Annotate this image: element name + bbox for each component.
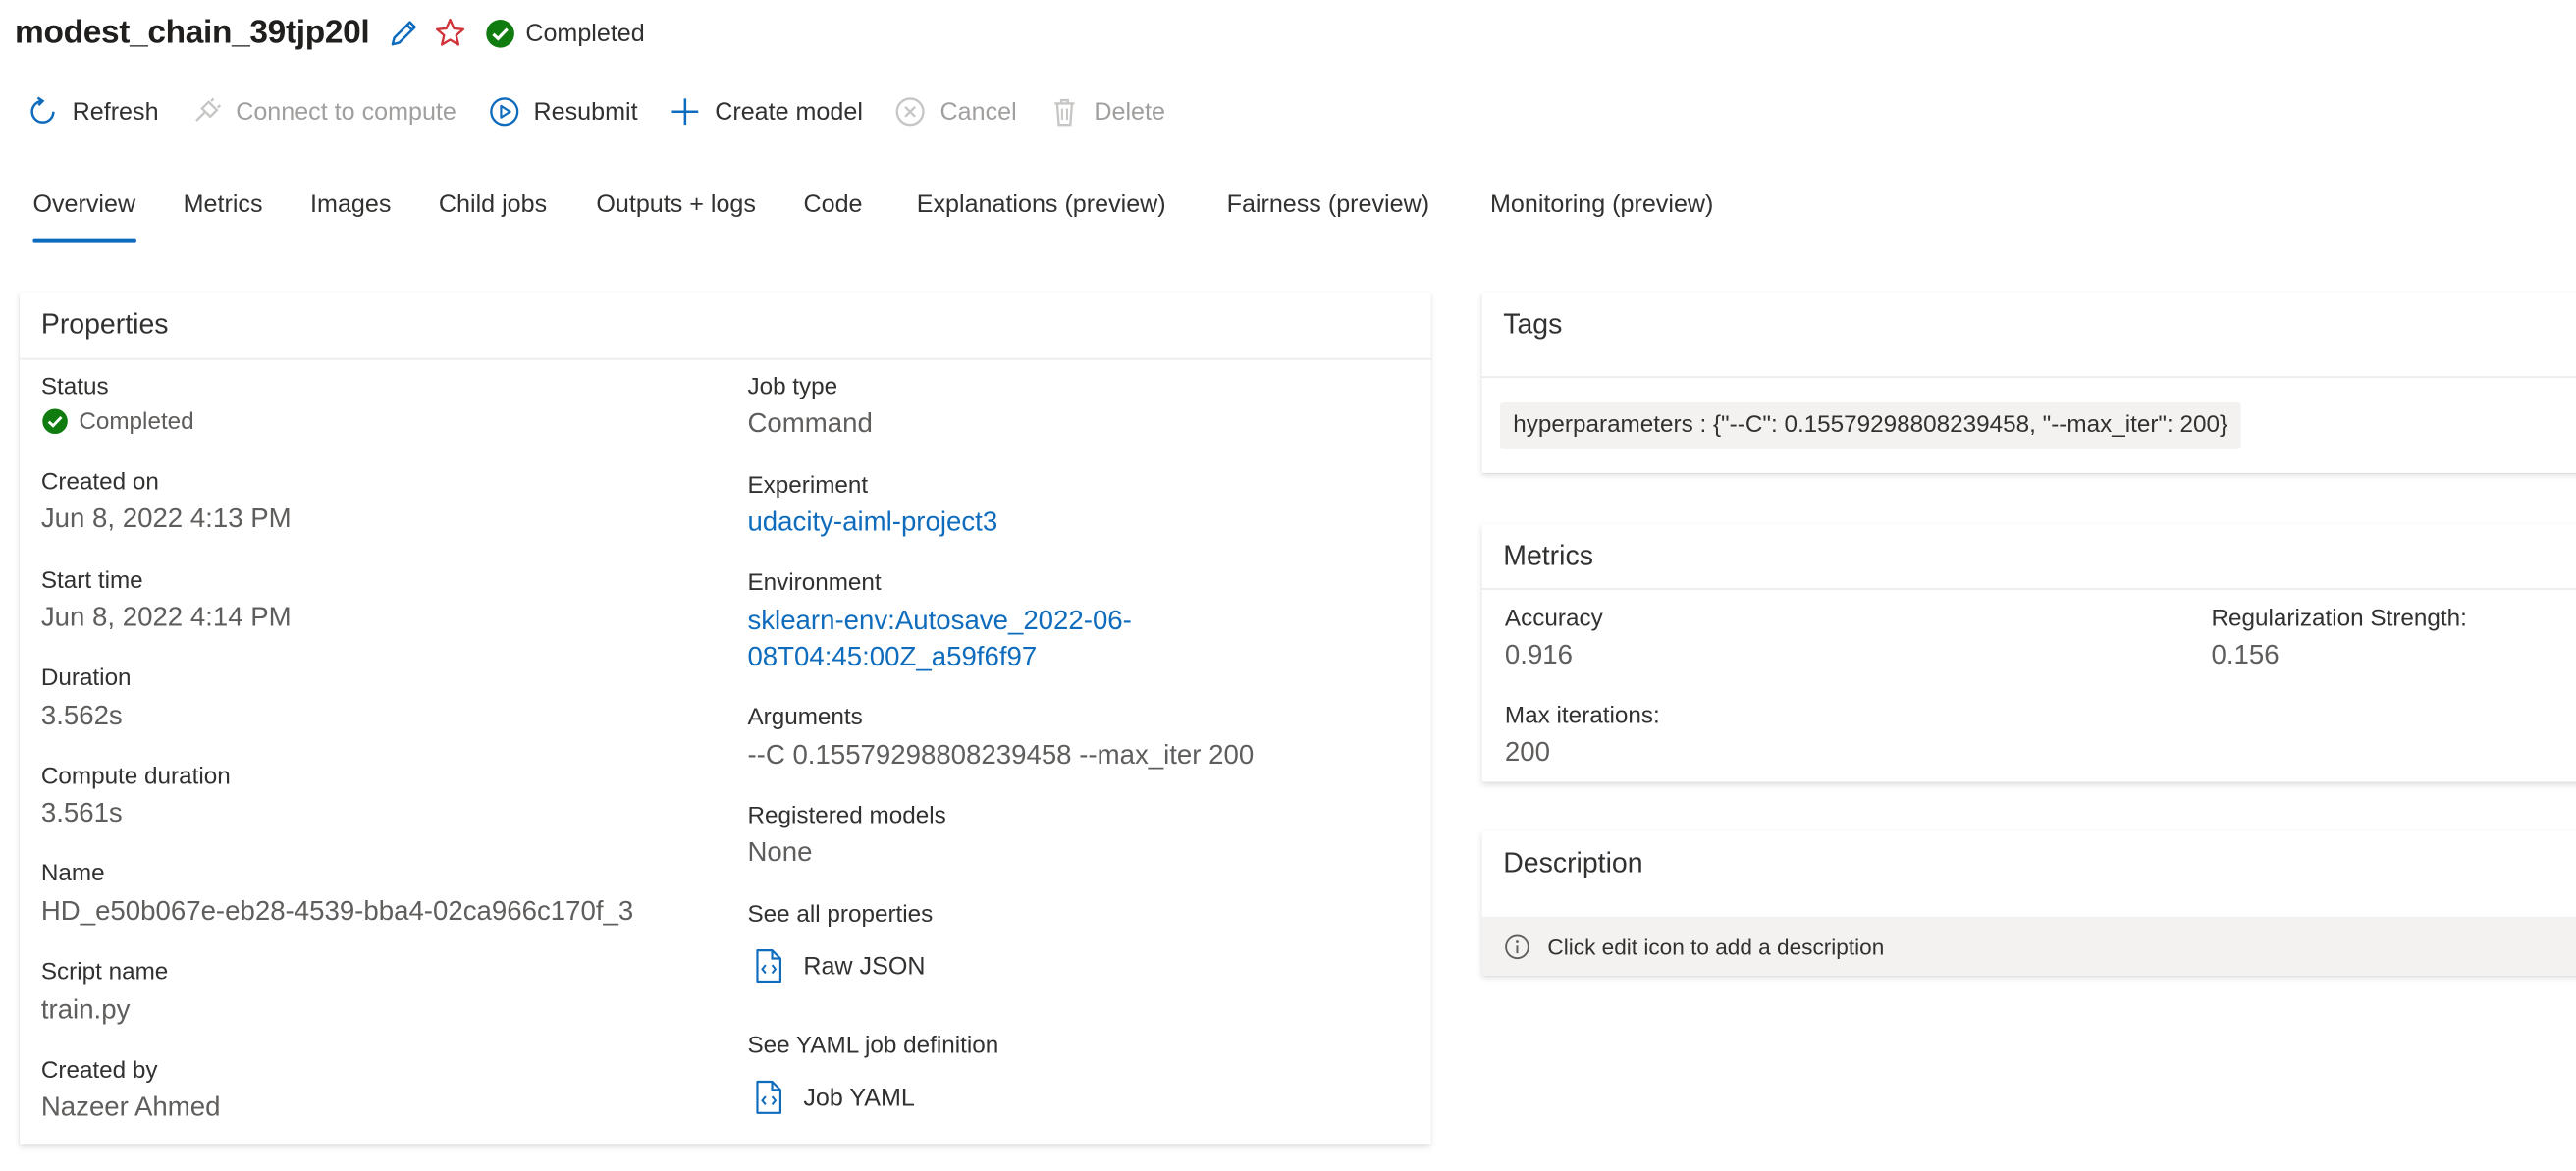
- connect-to-compute-button[interactable]: Connect to compute: [188, 93, 456, 130]
- refresh-button[interactable]: Refresh: [25, 93, 159, 130]
- regularization-label: Regularization Strength:: [2211, 606, 2467, 633]
- trash-icon: [1054, 98, 1075, 127]
- tab-metrics[interactable]: Metrics: [184, 184, 263, 242]
- compute-duration-label: Compute duration: [40, 764, 231, 790]
- environment-label: Environment: [747, 569, 882, 597]
- metrics-card: Metrics Accuracy 0.916 Regularization St…: [1481, 523, 2576, 782]
- environment-link-line2: 08T04:45:00Z_a59f6f97: [747, 642, 1038, 672]
- raw-json-label: Raw JSON: [803, 951, 926, 981]
- star-icon: [435, 18, 464, 46]
- created-on-label: Created on: [40, 469, 159, 497]
- tab-code[interactable]: Code: [803, 184, 862, 242]
- script-name-label: Script name: [40, 959, 169, 986]
- registered-models-value: None: [747, 837, 813, 868]
- resubmit-label: Resubmit: [533, 97, 638, 127]
- command-bar: Refresh Connect to compute Resubmit Crea…: [25, 88, 1195, 134]
- see-all-properties-label: See all properties: [747, 901, 934, 929]
- tags-card: Tags hyperparameters : {"--C": 0.1557929…: [1481, 292, 2576, 473]
- edit-title-button[interactable]: [386, 15, 422, 51]
- compute-duration-value: 3.561s: [40, 798, 123, 828]
- job-status: Completed: [484, 18, 645, 49]
- description-title: Description: [1503, 847, 1643, 879]
- job-yaml-label: Job YAML: [803, 1083, 915, 1112]
- job-type-value: Command: [747, 408, 873, 439]
- name-label: Name: [40, 860, 105, 887]
- tab-list: Overview Metrics Images Child jobs Outpu…: [32, 184, 1713, 249]
- tags-divider: [1481, 376, 2576, 378]
- properties-title: Properties: [40, 308, 169, 341]
- experiment-label: Experiment: [747, 472, 869, 500]
- accuracy-value: 0.916: [1504, 640, 1574, 670]
- start-time-label: Start time: [40, 568, 143, 595]
- experiment-link[interactable]: udacity-aiml-project3: [747, 505, 997, 541]
- created-by-label: Created by: [40, 1057, 158, 1085]
- tab-images[interactable]: Images: [310, 184, 391, 242]
- connect-label: Connect to compute: [236, 97, 456, 127]
- check-circle-icon: [486, 19, 514, 47]
- duration-label: Duration: [40, 665, 132, 692]
- arguments-label: Arguments: [747, 704, 863, 731]
- start-time-value: Jun 8, 2022 4:14 PM: [40, 603, 292, 633]
- create-model-label: Create model: [715, 97, 863, 127]
- refresh-icon: [30, 96, 55, 124]
- description-placeholder: Click edit icon to add a description: [1547, 933, 1885, 959]
- tab-fairness[interactable]: Fairness (preview): [1227, 184, 1429, 242]
- see-yaml-label: See YAML job definition: [747, 1033, 999, 1060]
- max-iterations-label: Max iterations:: [1504, 703, 1660, 730]
- accuracy-label: Accuracy: [1504, 606, 1603, 633]
- status-text: Completed: [525, 19, 645, 47]
- code-file-icon: [756, 1080, 782, 1114]
- arguments-value: --C 0.15579298808239458 --max_iter 200: [747, 740, 1255, 771]
- name-value: HD_e50b067e-eb28-4539-bba4-02ca966c170f_…: [40, 896, 634, 927]
- job-yaml-link[interactable]: Job YAML: [754, 1079, 915, 1115]
- tab-monitoring[interactable]: Monitoring (preview): [1490, 184, 1713, 242]
- job-title: modest_chain_39tjp20l: [15, 14, 370, 51]
- cancel-label: Cancel: [939, 97, 1017, 127]
- tag-hyperparameters: hyperparameters : {"--C": 0.155792988082…: [1499, 402, 2241, 449]
- properties-card: Properties Status Completed Created on J…: [20, 292, 1431, 1145]
- resubmit-button[interactable]: Resubmit: [486, 93, 638, 130]
- description-placeholder-bar: Click edit icon to add a description: [1481, 916, 2576, 977]
- script-name-value: train.py: [40, 995, 131, 1026]
- properties-divider: [20, 357, 1431, 360]
- delete-label: Delete: [1094, 97, 1165, 127]
- tags-title: Tags: [1503, 308, 1563, 341]
- job-header: modest_chain_39tjp20l Completed: [15, 10, 645, 56]
- regularization-value: 0.156: [2211, 640, 2280, 670]
- registered-models-label: Registered models: [747, 803, 946, 830]
- created-on-value: Jun 8, 2022 4:13 PM: [40, 504, 292, 534]
- plus-icon: [671, 98, 699, 126]
- plug-icon: [194, 97, 221, 122]
- create-model-button[interactable]: Create model: [668, 93, 863, 130]
- cancel-circle-icon: [895, 97, 925, 127]
- pencil-icon: [391, 21, 416, 46]
- play-circle-icon: [489, 97, 518, 127]
- description-card: Description Click edit icon to add a des…: [1481, 830, 2576, 977]
- tab-child-jobs[interactable]: Child jobs: [439, 184, 547, 242]
- max-iterations-value: 200: [1504, 737, 1550, 768]
- tab-explanations[interactable]: Explanations (preview): [917, 184, 1166, 242]
- created-by-value: Nazeer Ahmed: [40, 1091, 221, 1123]
- favorite-button[interactable]: [432, 15, 468, 51]
- cancel-button[interactable]: Cancel: [892, 93, 1017, 130]
- code-file-icon: [756, 949, 782, 984]
- environment-link[interactable]: sklearn-env:Autosave_2022-06- 08T04:45:0…: [747, 603, 1131, 675]
- info-icon: [1505, 933, 1530, 959]
- tab-outputs-logs[interactable]: Outputs + logs: [596, 184, 756, 242]
- refresh-label: Refresh: [72, 97, 159, 127]
- environment-link-line1: sklearn-env:Autosave_2022-06-: [747, 606, 1132, 636]
- status-label: Status: [40, 374, 109, 401]
- delete-button[interactable]: Delete: [1046, 93, 1165, 130]
- raw-json-link[interactable]: Raw JSON: [754, 948, 925, 985]
- metrics-title: Metrics: [1503, 540, 1593, 572]
- check-circle-icon: [42, 408, 68, 435]
- status-value: Completed: [41, 407, 194, 435]
- job-type-label: Job type: [747, 374, 838, 401]
- tab-overview[interactable]: Overview: [32, 184, 135, 243]
- metrics-divider: [1481, 588, 2576, 590]
- status-value-text: Completed: [79, 407, 194, 435]
- duration-value: 3.562s: [40, 701, 123, 731]
